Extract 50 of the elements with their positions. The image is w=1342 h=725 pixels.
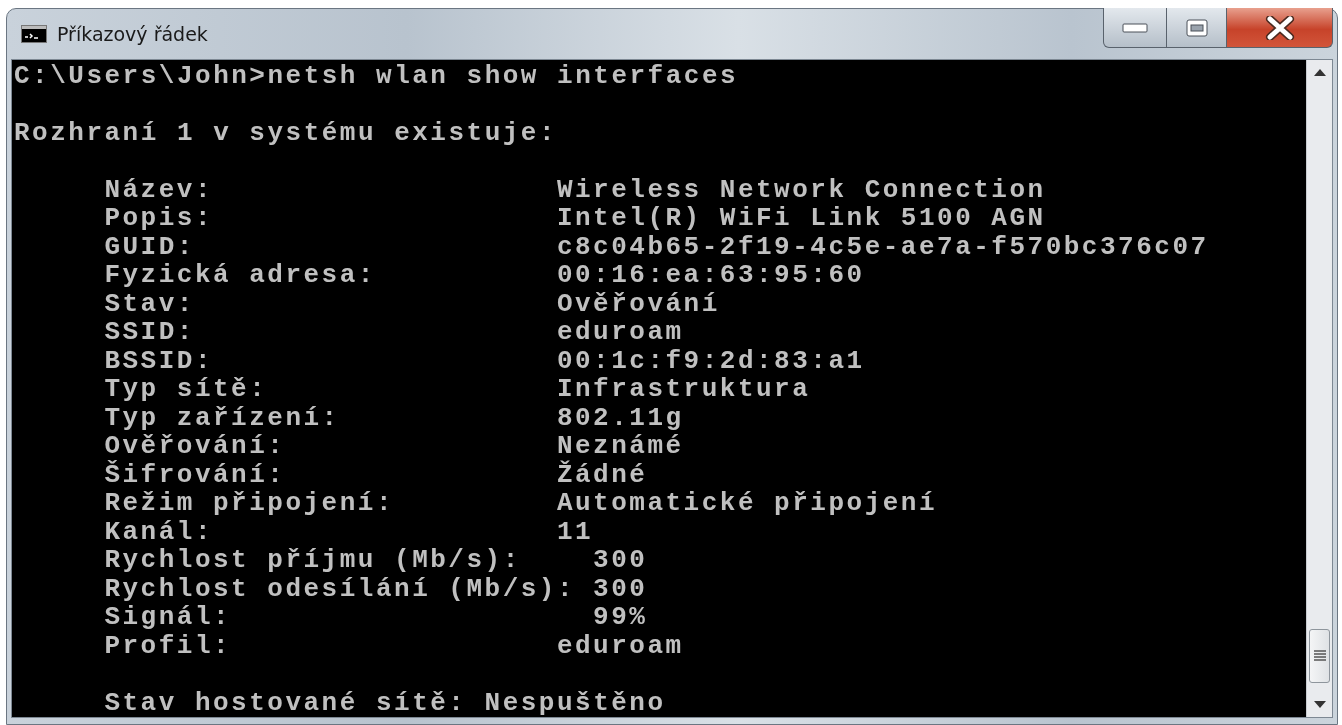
maximize-icon	[1185, 18, 1208, 37]
field-value: Ověřování	[556, 289, 720, 318]
grip-icon	[1312, 649, 1327, 663]
field-value: Žádné	[556, 460, 648, 489]
field-value: Neznámé	[556, 432, 684, 461]
field-label: Popis:	[104, 204, 214, 233]
minimize-button[interactable]	[1103, 8, 1167, 48]
output-line: Stav hostované sítě: Nespuštěno	[104, 688, 666, 717]
scroll-thumb[interactable]	[1309, 629, 1330, 683]
field-label: Kanál:	[104, 517, 214, 546]
window-title: Příkazový řádek	[57, 21, 208, 47]
field-value: Wireless Network Connection	[556, 175, 1046, 204]
field-value: 300	[593, 574, 648, 603]
field-label: Fyzická adresa:	[104, 261, 377, 290]
maximize-button[interactable]	[1167, 8, 1227, 48]
field-value: Automatické připojení	[556, 489, 938, 518]
field-value: Intel(R) WiFi Link 5100 AGN	[556, 204, 1046, 233]
field-label: Rychlost příjmu (Mb/s):	[104, 546, 522, 575]
field-label: Typ sítě:	[104, 375, 269, 404]
field-value: eduroam	[556, 631, 684, 660]
field-label: Signál:	[104, 603, 233, 632]
field-label: SSID:	[104, 318, 196, 347]
field-value: c8c04b65-2f19-4c5e-ae7a-f570bc376c07	[556, 232, 1209, 261]
scroll-down-icon[interactable]	[1313, 700, 1326, 708]
field-value: eduroam	[556, 318, 684, 347]
field-value: 99%	[593, 603, 648, 632]
scroll-up-icon[interactable]	[1313, 69, 1326, 76]
field-value: 802.11g	[556, 403, 684, 432]
console-icon	[21, 24, 47, 43]
field-value: 11	[556, 517, 594, 546]
field-value: 00:16:ea:63:95:60	[556, 261, 865, 290]
field-label: BSSID:	[104, 346, 214, 375]
field-label: Stav:	[104, 289, 196, 318]
field-label: Režim připojení:	[104, 489, 396, 518]
field-label: Ověřování:	[104, 432, 287, 461]
scrollbar[interactable]	[1306, 59, 1332, 717]
field-label: Typ zařízení:	[104, 403, 341, 432]
field-label: Profil:	[104, 631, 233, 660]
close-button[interactable]	[1227, 8, 1333, 48]
field-label: Rychlost odesílání (Mb/s):	[104, 574, 577, 603]
field-value: 00:1c:f9:2d:83:a1	[556, 346, 865, 375]
command-line: C:\Users\John>netsh wlan show interfaces	[14, 60, 739, 91]
field-label: Šifrování:	[104, 460, 287, 489]
close-icon	[1264, 15, 1295, 40]
minimize-icon	[1122, 22, 1148, 33]
field-label: Název:	[104, 175, 214, 204]
field-value: 300	[593, 546, 648, 575]
output-line: Rozhraní 1 v systému existuje:	[14, 117, 558, 148]
field-value: Infrastruktura	[556, 375, 811, 404]
field-label: GUID:	[104, 232, 196, 261]
